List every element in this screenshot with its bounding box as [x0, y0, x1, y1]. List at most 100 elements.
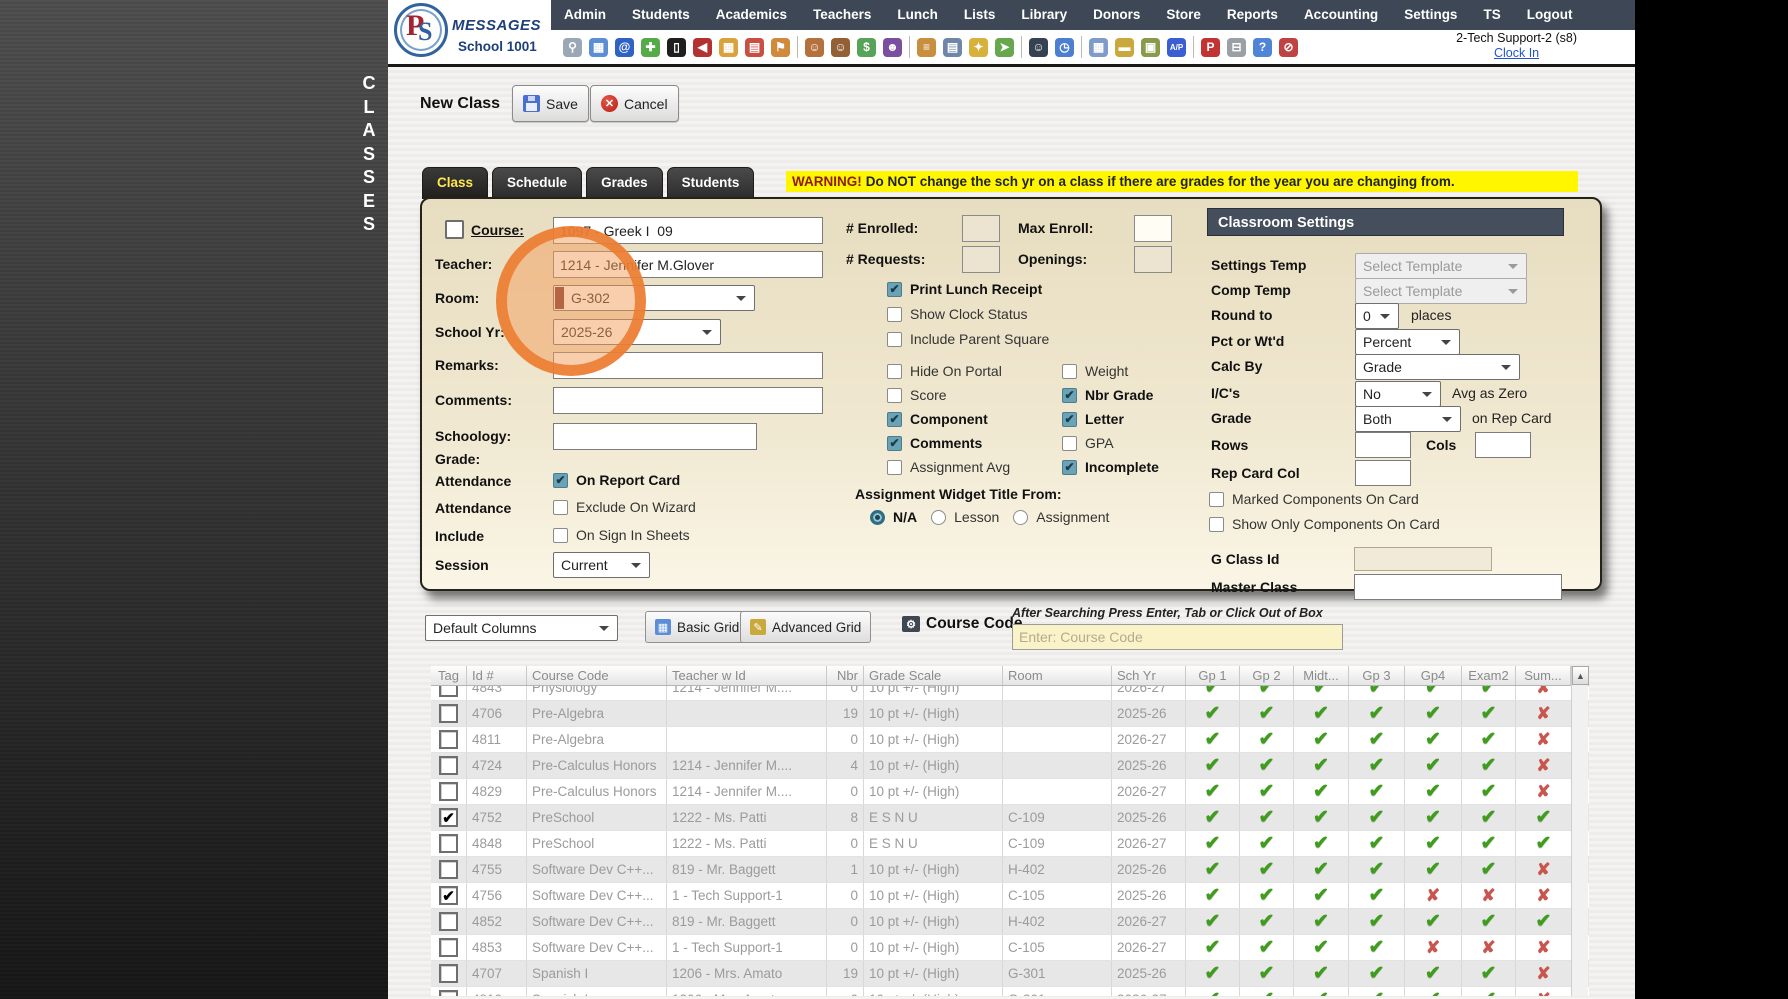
table-row[interactable]: 4756Software Dev C++...1 - Tech Support-…: [431, 883, 1589, 909]
table-row[interactable]: 4706 Pre-Algebra 19 10 pt +/- (High) 2025-26…: [431, 701, 1589, 727]
add-person-icon[interactable]: ☺: [805, 37, 824, 57]
row-tag-checkbox[interactable]: [439, 730, 458, 749]
megaphone-icon[interactable]: ⚑: [771, 37, 790, 57]
column-header-gp-2[interactable]: Gp 2: [1240, 666, 1294, 685]
scroll-up-arrow[interactable]: ▲: [1572, 666, 1589, 685]
column-header-room[interactable]: Room: [1003, 666, 1112, 685]
row-tag-checkbox[interactable]: [439, 686, 458, 697]
option-check-checkbox[interactable]: [887, 331, 902, 347]
nav-item-store[interactable]: Store: [1153, 0, 1214, 30]
row-tag-checkbox[interactable]: [439, 860, 458, 879]
table-row[interactable]: 4843 Physiology 1214 - Jennifer M.... 0 10 p…: [431, 686, 1589, 701]
teacher-input[interactable]: [553, 251, 823, 278]
widget-radio[interactable]: [870, 509, 885, 525]
grade-check-checkbox[interactable]: [887, 363, 902, 379]
phone-icon[interactable]: ▯: [667, 37, 686, 57]
course-tag-checkbox[interactable]: [445, 220, 464, 239]
column-header-gp-1[interactable]: Gp 1: [1186, 666, 1240, 685]
cols-input[interactable]: [1475, 432, 1531, 458]
school-yr-select[interactable]: 2025-26: [553, 319, 721, 345]
basic-grid-button[interactable]: ▦ Basic Grid: [645, 611, 750, 643]
family-icon[interactable]: ☻: [883, 37, 902, 57]
column-header-teacher-w-id[interactable]: Teacher w Id: [667, 666, 827, 685]
chat-add-icon[interactable]: ✚: [641, 37, 660, 57]
table-row[interactable]: 4707 Spanish I 1206 - Mrs. Amato 19 10 pt +/…: [431, 961, 1589, 987]
tab-students[interactable]: Students: [666, 167, 755, 199]
row-tag-checkbox[interactable]: [439, 808, 458, 827]
grade-check-checkbox[interactable]: [887, 411, 902, 427]
row-tag-checkbox[interactable]: [439, 938, 458, 957]
room-select[interactable]: G-302: [553, 285, 755, 311]
nav-item-accounting[interactable]: Accounting: [1291, 0, 1391, 30]
column-header-gp-3[interactable]: Gp 3: [1349, 666, 1405, 685]
option-check-checkbox[interactable]: [887, 306, 902, 322]
nav-item-logout[interactable]: Logout: [1514, 0, 1586, 30]
column-header-tag[interactable]: Tag: [431, 666, 467, 685]
grade-check-checkbox[interactable]: [1062, 459, 1077, 475]
grade-check-checkbox[interactable]: [1062, 411, 1077, 427]
row-tag-checkbox[interactable]: [439, 912, 458, 931]
nav-item-academics[interactable]: Academics: [703, 0, 800, 30]
row-tag-checkbox[interactable]: [439, 964, 458, 983]
money-icon[interactable]: $: [857, 37, 876, 57]
widget-radio[interactable]: [931, 509, 947, 525]
rep-card-col-input[interactable]: [1355, 460, 1411, 486]
tab-grades[interactable]: Grades: [586, 167, 663, 199]
classroom-check-checkbox[interactable]: [1209, 491, 1224, 507]
grade-check-checkbox[interactable]: [887, 387, 902, 403]
grade-check-checkbox[interactable]: [1062, 435, 1077, 451]
classroom-check-checkbox[interactable]: [1209, 516, 1224, 532]
nav-item-lists[interactable]: Lists: [951, 0, 1009, 30]
stop-icon[interactable]: ⊘: [1279, 37, 1298, 57]
course-label[interactable]: Course:: [471, 222, 524, 238]
nav-item-settings[interactable]: Settings: [1391, 0, 1470, 30]
speaker-icon[interactable]: ◀: [693, 37, 712, 57]
openings-input[interactable]: [1134, 246, 1172, 273]
table-row[interactable]: 4811 Pre-Algebra 0 10 pt +/- (High) 2026-27 ✔…: [431, 727, 1589, 753]
table-row[interactable]: 4829 Pre-Calculus Honors 1214 - Jennifer M…: [431, 779, 1589, 805]
table-row[interactable]: 4848 PreSchool 1222 - Ms. Patti 0 E S N U C-1…: [431, 831, 1589, 857]
on-report-card-checkbox[interactable]: [553, 472, 568, 488]
master-class-input[interactable]: [1354, 574, 1562, 600]
course-input[interactable]: [553, 217, 823, 244]
column-header-exam2[interactable]: Exam2: [1462, 666, 1516, 685]
g-class-id-input[interactable]: [1354, 547, 1492, 571]
row-tag-checkbox[interactable]: [439, 990, 458, 996]
table-row[interactable]: 4752PreSchool1222 - Ms. Patti8E S N UC-1…: [431, 805, 1589, 831]
table-row[interactable]: 4810Spanish I1206 - Mrs. Amato010 pt +/-…: [431, 987, 1589, 996]
calendar-icon[interactable]: ▦: [719, 37, 738, 57]
rows-input[interactable]: [1355, 432, 1411, 458]
comments-input[interactable]: [553, 387, 823, 414]
column-header-sch-yr[interactable]: Sch Yr: [1112, 666, 1186, 685]
column-header-gp4[interactable]: Gp4: [1405, 666, 1462, 685]
pct-select[interactable]: Percent: [1355, 329, 1460, 355]
column-header-midt-[interactable]: Midt...: [1294, 666, 1349, 685]
nav-item-library[interactable]: Library: [1008, 0, 1080, 30]
cancel-button[interactable]: ✕ Cancel: [590, 85, 679, 122]
clock-in-link[interactable]: Clock In: [1456, 46, 1577, 61]
bell-icon[interactable]: ✦: [969, 37, 988, 57]
pdf-icon[interactable]: P: [1201, 37, 1220, 57]
roster-grid-icon[interactable]: ▦: [589, 37, 608, 57]
table-row[interactable]: 4853 Software Dev C++... 1 - Tech Support-…: [431, 935, 1589, 961]
row-tag-checkbox[interactable]: [439, 756, 458, 775]
table-scrollbar[interactable]: ▲: [1571, 666, 1589, 996]
max-enroll-input[interactable]: [1134, 215, 1172, 242]
calculator-icon[interactable]: ▦: [1089, 37, 1108, 57]
nav-item-reports[interactable]: Reports: [1214, 0, 1291, 30]
calc-by-select[interactable]: Grade: [1355, 354, 1520, 380]
nav-item-students[interactable]: Students: [619, 0, 703, 30]
exclude-on-wizard-checkbox[interactable]: [553, 499, 568, 515]
grade-check-checkbox[interactable]: [1062, 387, 1077, 403]
locker-icon[interactable]: ▤: [943, 37, 962, 57]
table-row[interactable]: 4852 Software Dev C++... 819 - Mr. Baggett…: [431, 909, 1589, 935]
credit-card-icon[interactable]: ▬: [1115, 37, 1134, 57]
register-icon[interactable]: ▣: [1141, 37, 1160, 57]
nav-item-admin[interactable]: Admin: [551, 0, 619, 30]
email-icon[interactable]: @: [615, 37, 634, 57]
columns-preset-select[interactable]: Default Columns: [425, 615, 618, 641]
remarks-input[interactable]: [553, 352, 823, 379]
print-icon[interactable]: ⊟: [1227, 37, 1246, 57]
option-check-checkbox[interactable]: [887, 281, 902, 297]
row-tag-checkbox[interactable]: [439, 704, 458, 723]
